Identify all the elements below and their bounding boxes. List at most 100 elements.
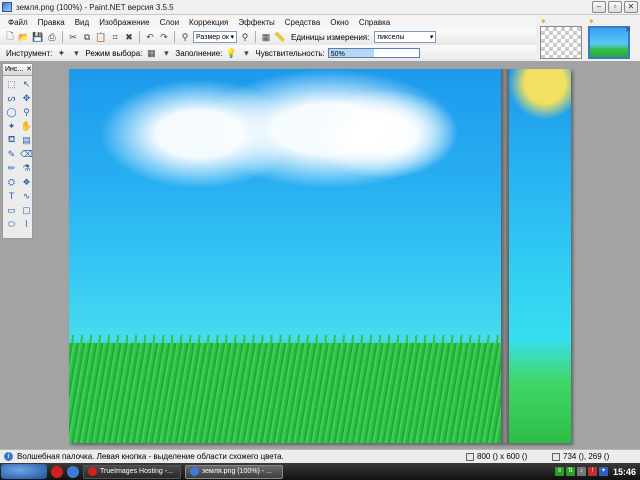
new-file-icon[interactable]: 🗋: [4, 31, 16, 43]
paintbrush-icon[interactable]: ✎: [5, 148, 18, 160]
taskbar: TrueImages Hosting -... земля.png (100%)…: [0, 463, 640, 480]
ruler-icon[interactable]: 📏: [274, 31, 286, 43]
clone-stamp-icon[interactable]: ⛭: [5, 176, 18, 188]
image-canvas[interactable]: [69, 69, 571, 443]
tools-grid: ⬚ ↖ ᔕ ✥ ◯ ⚲ ✦ ✋ ⛾ ▤ ✎ ⌫ ✏ ⚗ ⛭ ❖ T ∿ ▭ ▢ ⬭ ⌇: [3, 76, 32, 232]
cursor-position-readout: 734 (), 269 (): [552, 452, 609, 461]
window-title: земля.png (100%) - Paint.NET версия 3.5.…: [16, 2, 174, 12]
close-thumbnail-icon[interactable]: ✕: [625, 26, 631, 34]
thumbnail-transparent[interactable]: [540, 26, 582, 59]
lasso-select-icon[interactable]: ᔕ: [5, 92, 18, 104]
taskbar-item-label: земля.png (100%) - ...: [202, 468, 272, 475]
redo-icon[interactable]: ↷: [158, 31, 170, 43]
menu-view[interactable]: Вид: [70, 18, 94, 27]
tray-network-icon[interactable]: ⇅: [565, 467, 575, 476]
taskbar-item-paintnet[interactable]: земля.png (100%) - ...: [185, 464, 283, 479]
print-icon[interactable]: ⎙: [46, 31, 58, 43]
paste-icon[interactable]: 📋: [95, 31, 107, 43]
selection-mode-icon[interactable]: ▦: [145, 47, 157, 59]
tolerance-value: 50%: [330, 51, 345, 58]
close-button[interactable]: ✕: [624, 1, 638, 13]
toolbar-divider: [139, 31, 140, 43]
move-selected-icon[interactable]: ✥: [20, 92, 33, 104]
tool-label: Инструмент:: [6, 48, 53, 58]
zoom-out-icon[interactable]: ⚲: [179, 31, 191, 43]
gradient-icon[interactable]: ▤: [20, 134, 33, 146]
tray-app-icon[interactable]: ≡: [554, 467, 564, 476]
minimize-button[interactable]: –: [592, 1, 606, 13]
info-icon: i: [4, 452, 13, 461]
opera-icon[interactable]: [51, 465, 63, 478]
chevron-down-icon[interactable]: ▾: [160, 47, 172, 59]
thumbnail-zemlya[interactable]: [588, 26, 630, 59]
chevron-down-icon[interactable]: ▾: [240, 47, 252, 59]
menu-image[interactable]: Изображение: [94, 18, 154, 27]
move-selection-icon[interactable]: ↖: [20, 78, 33, 90]
clock[interactable]: 15:46: [613, 467, 636, 477]
flood-mode-icon[interactable]: 💡: [225, 47, 237, 59]
magic-wand-icon[interactable]: ✦: [55, 47, 67, 59]
menu-utilities[interactable]: Средства: [280, 18, 325, 27]
units-dropdown[interactable]: пикселы ▾: [374, 31, 437, 43]
menu-adjustments[interactable]: Коррекция: [184, 18, 233, 27]
save-icon[interactable]: 💾: [32, 31, 44, 43]
line-curve-icon[interactable]: ∿: [20, 190, 33, 202]
paintnet-app-icon: [2, 2, 12, 12]
tools-panel-header: Инс... ✕: [3, 64, 32, 76]
rounded-rectangle-icon[interactable]: ▢: [20, 204, 33, 216]
menu-layers[interactable]: Слои: [155, 18, 184, 27]
tray-language-icon[interactable]: ✦: [598, 467, 608, 476]
image-size-text: 800 () x 600 (): [477, 452, 528, 461]
tolerance-label: Чувствительность:: [255, 48, 325, 58]
units-label: Единицы измерения:: [291, 32, 370, 42]
pan-icon[interactable]: ✋: [20, 120, 33, 132]
ellipse-icon[interactable]: ⬭: [5, 218, 18, 230]
menu-help[interactable]: Справка: [354, 18, 395, 27]
crop-icon[interactable]: ⌗: [109, 31, 121, 43]
toolbar-divider: [62, 31, 63, 43]
zoom-icon[interactable]: ⚲: [20, 106, 33, 118]
paintnet-quick-icon[interactable]: [67, 465, 79, 478]
menu-window[interactable]: Окно: [325, 18, 354, 27]
close-icon[interactable]: ✕: [26, 64, 32, 75]
tray-antivirus-icon[interactable]: !: [587, 467, 597, 476]
copy-icon[interactable]: ⧉: [81, 31, 93, 43]
undo-icon[interactable]: ↶: [144, 31, 156, 43]
tolerance-slider[interactable]: 50%: [327, 48, 420, 58]
selection-mode-label: Режим выбора:: [85, 48, 143, 58]
taskbar-item-browser[interactable]: TrueImages Hosting -...: [83, 464, 181, 479]
menu-edit[interactable]: Правка: [33, 18, 70, 27]
recolor-icon[interactable]: ❖: [20, 176, 33, 188]
text-icon[interactable]: T: [5, 190, 18, 202]
menu-effects[interactable]: Эффекты: [233, 18, 279, 27]
paint-bucket-icon[interactable]: ⛾: [5, 134, 18, 146]
rectangle-select-icon[interactable]: ⬚: [5, 78, 18, 90]
canvas-workspace[interactable]: [0, 61, 640, 449]
unsaved-star-icon: ✶: [588, 17, 595, 26]
menu-file[interactable]: Файл: [3, 18, 33, 27]
start-button[interactable]: [1, 464, 47, 479]
color-picker-icon[interactable]: ⚗: [20, 162, 33, 174]
ellipse-select-icon[interactable]: ◯: [5, 106, 18, 118]
toolbar-divider: [255, 31, 256, 43]
eraser-icon[interactable]: ⌫: [20, 148, 33, 160]
tools-panel-title: Инс...: [5, 66, 24, 73]
pencil-icon[interactable]: ✏: [5, 162, 18, 174]
maximize-button[interactable]: ▫: [608, 1, 622, 13]
open-file-icon[interactable]: 📂: [18, 31, 30, 43]
magic-wand-icon[interactable]: ✦: [5, 120, 18, 132]
chevron-down-icon[interactable]: ▾: [70, 47, 82, 59]
title-bar: земля.png (100%) - Paint.NET версия 3.5.…: [0, 0, 640, 15]
rectangle-icon[interactable]: ▭: [5, 204, 18, 216]
tray-volume-icon[interactable]: ♪: [576, 467, 586, 476]
unsaved-star-icon: ✶: [540, 17, 547, 26]
chevron-down-icon: ▾: [230, 34, 234, 41]
grid-icon[interactable]: ▦: [260, 31, 272, 43]
deselect-icon[interactable]: ✖: [123, 31, 135, 43]
taskbar-item-label: TrueImages Hosting -...: [100, 468, 173, 475]
zoom-dropdown[interactable]: Размер ок ▾: [193, 31, 237, 43]
paintnet-app-icon: [190, 467, 199, 476]
freeform-shape-icon[interactable]: ⌇: [20, 218, 33, 230]
zoom-in-icon[interactable]: ⚲: [239, 31, 251, 43]
cut-icon[interactable]: ✂: [67, 31, 79, 43]
